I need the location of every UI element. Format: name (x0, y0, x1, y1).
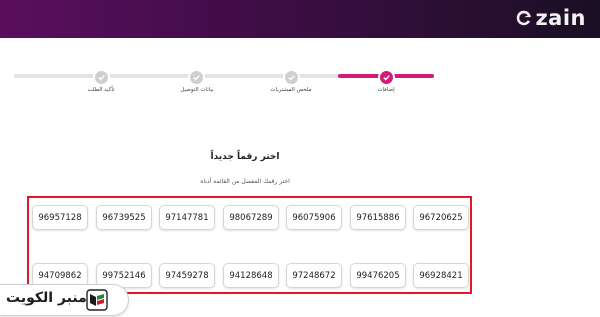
step-label-purchase-summary: ملخص المشتريات (270, 87, 312, 93)
number-option[interactable]: 94128648 (223, 263, 279, 288)
check-icon (98, 75, 105, 81)
brand-name: zain (535, 6, 586, 30)
page-subtitle: اختر رقمك المفضل من القائمة أدناه (200, 178, 290, 185)
step-dot-purchase-summary[interactable] (283, 69, 300, 86)
number-option[interactable]: 96075906 (286, 205, 342, 230)
step-dot-delivery-details[interactable] (188, 69, 205, 86)
number-option[interactable]: 96928421 (413, 263, 469, 288)
number-selection-box: 96957128 96739525 97147781 98067289 9607… (27, 196, 472, 294)
number-option[interactable]: 97459278 (159, 263, 215, 288)
number-option[interactable]: 98067289 (223, 205, 279, 230)
page-title: اختر رقماً جديداً (210, 152, 280, 162)
checkout-stepper: تأكيد الطلب بيانات التوصيل ملخص المشتريا… (0, 60, 600, 100)
number-option[interactable]: 96957128 (32, 205, 88, 230)
top-header-bar: zain (0, 0, 600, 38)
number-option[interactable]: 96720625 (413, 205, 469, 230)
zain-swirl-icon (517, 10, 532, 26)
check-icon (383, 75, 390, 81)
watermark-text: منبر الكويت (6, 290, 87, 306)
zain-logo[interactable]: zain (515, 6, 586, 30)
step-label-confirm-order: تأكيد الطلب (87, 87, 115, 93)
number-option[interactable]: 96739525 (96, 205, 152, 230)
number-option[interactable]: 99476205 (350, 263, 406, 288)
check-icon (288, 75, 295, 81)
number-option[interactable]: 97147781 (159, 205, 215, 230)
kuwait-flag-logo-icon (86, 289, 108, 311)
check-icon (193, 75, 200, 81)
step-label-delivery-details: بيانات التوصيل (180, 87, 214, 93)
number-option[interactable]: 97248672 (286, 263, 342, 288)
number-option[interactable]: 97615886 (350, 205, 406, 230)
step-dot-extras[interactable] (378, 69, 395, 86)
watermark-badge: منبر الكويت (0, 285, 128, 315)
step-dot-confirm-order[interactable] (93, 69, 110, 86)
step-label-extras: إضافات (377, 87, 395, 93)
